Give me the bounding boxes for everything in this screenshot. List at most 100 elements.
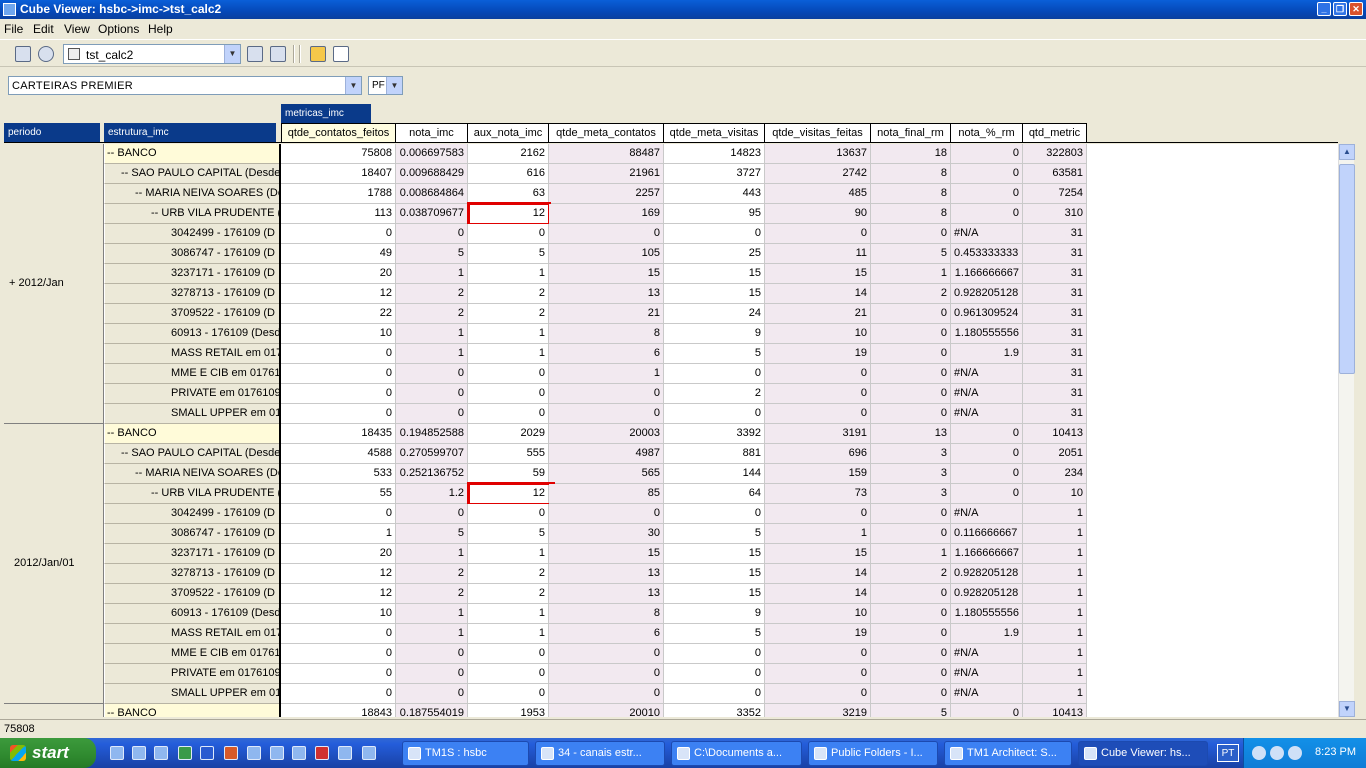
- data-cell[interactable]: 1: [1023, 624, 1087, 644]
- data-cell[interactable]: #N/A: [951, 504, 1023, 524]
- data-cell[interactable]: 13: [549, 284, 664, 304]
- chevron-down-icon[interactable]: ▼: [386, 77, 402, 94]
- data-cell[interactable]: 3392: [664, 424, 765, 444]
- data-cell[interactable]: 31: [1023, 304, 1087, 324]
- data-cell[interactable]: 31: [1023, 344, 1087, 364]
- row-element-label[interactable]: -- MARIA NEIVA SOARES (De: [104, 184, 279, 204]
- data-cell[interactable]: 1.9: [951, 624, 1023, 644]
- data-cell[interactable]: 0: [396, 404, 468, 424]
- data-cell[interactable]: 0: [951, 484, 1023, 504]
- data-cell[interactable]: 1: [468, 344, 549, 364]
- data-cell[interactable]: 0: [951, 444, 1023, 464]
- data-cell[interactable]: 15: [664, 564, 765, 584]
- data-cell[interactable]: 2: [396, 584, 468, 604]
- data-cell[interactable]: 22: [281, 304, 396, 324]
- data-cell[interactable]: 21: [549, 304, 664, 324]
- data-cell[interactable]: 1: [281, 524, 396, 544]
- data-cell[interactable]: 12: [468, 204, 549, 224]
- data-cell[interactable]: 9: [664, 324, 765, 344]
- data-cell[interactable]: 0.928205128: [951, 564, 1023, 584]
- data-cell[interactable]: 0: [765, 644, 871, 664]
- data-cell[interactable]: 15: [765, 264, 871, 284]
- data-cell[interactable]: 13: [549, 564, 664, 584]
- data-cell[interactable]: 9: [664, 604, 765, 624]
- data-cell[interactable]: 0: [765, 224, 871, 244]
- data-cell[interactable]: 18435: [281, 424, 396, 444]
- row-element-label[interactable]: 60913 - 176109 (Desd: [104, 604, 279, 624]
- data-cell[interactable]: 0: [468, 644, 549, 664]
- calculator-icon[interactable]: [247, 46, 263, 62]
- data-cell[interactable]: 234: [1023, 464, 1087, 484]
- data-cell[interactable]: 1: [396, 324, 468, 344]
- data-cell[interactable]: 1: [871, 544, 951, 564]
- data-cell[interactable]: 12: [281, 284, 396, 304]
- data-cell[interactable]: 15: [549, 264, 664, 284]
- data-cell[interactable]: 12: [281, 584, 396, 604]
- row-element-label[interactable]: 3278713 - 176109 (D: [104, 564, 279, 584]
- data-cell[interactable]: 63: [468, 184, 549, 204]
- data-cell[interactable]: 2162: [468, 144, 549, 164]
- data-cell[interactable]: 565: [549, 464, 664, 484]
- data-cell[interactable]: 0: [871, 364, 951, 384]
- data-cell[interactable]: 0.008684864: [396, 184, 468, 204]
- data-cell[interactable]: 55: [281, 484, 396, 504]
- zero-suppress-icon[interactable]: [333, 46, 349, 62]
- data-cell[interactable]: 0: [871, 384, 951, 404]
- data-cell[interactable]: 2: [664, 384, 765, 404]
- data-cell[interactable]: 0: [951, 424, 1023, 444]
- menu-edit[interactable]: Edit: [33, 22, 54, 36]
- data-cell[interactable]: 144: [664, 464, 765, 484]
- data-cell[interactable]: 5: [468, 524, 549, 544]
- taskbar-button[interactable]: 34 - canais estr...: [535, 741, 665, 766]
- data-cell[interactable]: 59: [468, 464, 549, 484]
- data-cell[interactable]: 0: [871, 604, 951, 624]
- data-cell[interactable]: 14: [765, 564, 871, 584]
- data-cell[interactable]: 0: [664, 684, 765, 704]
- title-dimension-pf[interactable]: PF ▼: [368, 76, 403, 95]
- data-cell[interactable]: 15: [664, 544, 765, 564]
- data-cell[interactable]: 0: [664, 644, 765, 664]
- data-cell[interactable]: 696: [765, 444, 871, 464]
- data-cell[interactable]: 1: [396, 264, 468, 284]
- data-cell[interactable]: 616: [468, 164, 549, 184]
- data-cell[interactable]: 5: [468, 244, 549, 264]
- chevron-down-icon[interactable]: ▼: [224, 45, 240, 63]
- outlook-icon[interactable]: [132, 746, 146, 760]
- scroll-down-icon[interactable]: ▼: [1339, 701, 1355, 717]
- data-cell[interactable]: 2742: [765, 164, 871, 184]
- data-cell[interactable]: 15: [664, 584, 765, 604]
- data-cell[interactable]: 0: [871, 324, 951, 344]
- taskbar-button[interactable]: C:\Documents a...: [671, 741, 802, 766]
- data-cell[interactable]: 0.116666667: [951, 524, 1023, 544]
- data-cell[interactable]: 0: [549, 644, 664, 664]
- data-cell[interactable]: 31: [1023, 364, 1087, 384]
- row-element-label[interactable]: -- URB VILA PRUDENTE (D: [104, 484, 279, 504]
- data-cell[interactable]: 1.180555556: [951, 324, 1023, 344]
- data-cell[interactable]: 0.187554019: [396, 704, 468, 717]
- data-cell[interactable]: 1: [396, 544, 468, 564]
- data-cell[interactable]: 2051: [1023, 444, 1087, 464]
- data-cell[interactable]: 21: [765, 304, 871, 324]
- data-cell[interactable]: 0: [765, 664, 871, 684]
- recalculate-icon[interactable]: [38, 46, 54, 62]
- data-cell[interactable]: 15: [664, 284, 765, 304]
- data-cell[interactable]: 0.453333333: [951, 244, 1023, 264]
- data-cell[interactable]: 0: [871, 644, 951, 664]
- data-cell[interactable]: #N/A: [951, 684, 1023, 704]
- data-cell[interactable]: 0: [468, 404, 549, 424]
- row-element-label[interactable]: 3086747 - 176109 (D: [104, 244, 279, 264]
- data-cell[interactable]: 19: [765, 344, 871, 364]
- data-cell[interactable]: 0: [468, 364, 549, 384]
- data-cell[interactable]: #N/A: [951, 384, 1023, 404]
- row-element-label[interactable]: MME E CIB em 017610: [104, 644, 279, 664]
- language-indicator[interactable]: PT: [1217, 744, 1239, 762]
- data-cell[interactable]: 1: [1023, 664, 1087, 684]
- data-cell[interactable]: 5: [871, 244, 951, 264]
- row-element-label[interactable]: 3709522 - 176109 (D: [104, 304, 279, 324]
- row-element-label[interactable]: PRIVATE em 0176109: [104, 384, 279, 404]
- data-cell[interactable]: 1: [765, 524, 871, 544]
- data-cell[interactable]: 0.006697583: [396, 144, 468, 164]
- data-cell[interactable]: 1: [1023, 584, 1087, 604]
- data-cell[interactable]: 6: [549, 624, 664, 644]
- data-cell[interactable]: 8: [871, 164, 951, 184]
